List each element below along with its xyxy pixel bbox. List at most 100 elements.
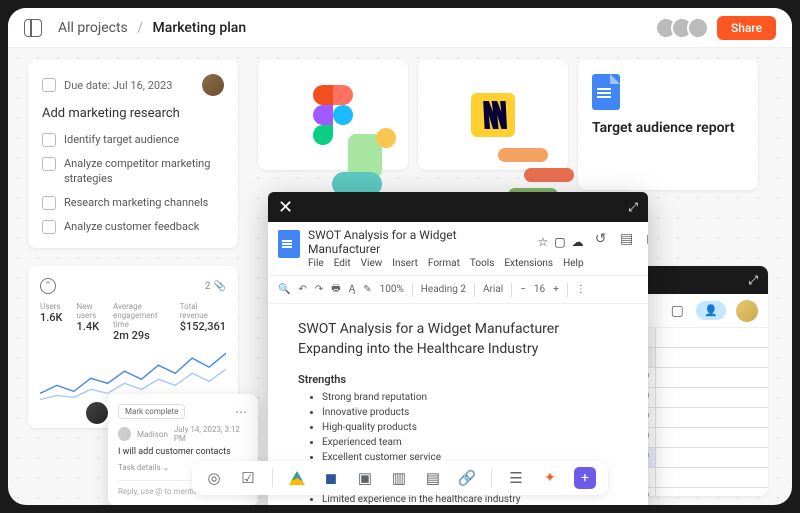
doc-icon[interactable]: ☰: [506, 468, 526, 488]
kanban-icon[interactable]: ▥: [389, 468, 409, 488]
checklist-item[interactable]: Analyze competitor marketing strategies: [42, 157, 224, 186]
checkbox-icon[interactable]: [42, 157, 56, 171]
stat-label: Average engagement time: [113, 302, 166, 329]
doc-formatting-toolbar: 🔍 ↶ ↷ 🖶 Ą ✎ 100% Heading 2 Arial − 16 + …: [268, 275, 648, 304]
checkbox-icon[interactable]: [42, 78, 56, 92]
comment-body: I will add customer contacts: [118, 447, 248, 457]
avatar[interactable]: [687, 17, 709, 39]
checklist-label: Research marketing channels: [64, 196, 208, 210]
font-select[interactable]: Arial: [483, 284, 503, 295]
redo-icon[interactable]: ↷: [315, 284, 323, 295]
collaborator-avatars[interactable]: [661, 17, 709, 39]
note-icon[interactable]: ▤: [423, 468, 443, 488]
doc-titlebar[interactable]: ✕ ⤢: [268, 192, 648, 222]
search-icon[interactable]: 🔍: [278, 284, 290, 295]
more-icon[interactable]: ⋯: [235, 405, 248, 419]
undo-icon[interactable]: ↶: [298, 284, 306, 295]
stat-label: New users: [77, 302, 100, 320]
checklist-item[interactable]: Identify target audience: [42, 133, 224, 147]
menu-extensions[interactable]: Extensions: [504, 258, 553, 269]
menu-tools[interactable]: Tools: [470, 258, 494, 269]
checklist-item[interactable]: Analyze customer feedback: [42, 220, 224, 234]
paint-icon[interactable]: ✎: [363, 284, 371, 295]
menu-help[interactable]: Help: [563, 258, 583, 269]
menu-file[interactable]: File: [308, 258, 324, 269]
collapse-icon[interactable]: ⌃: [40, 278, 56, 294]
spellcheck-icon[interactable]: Ą: [349, 284, 356, 295]
checkbox-icon[interactable]: [42, 220, 56, 234]
search-icon[interactable]: ◎: [204, 468, 224, 488]
stat-label: Total revenue: [180, 302, 226, 320]
stat-value: 1.4K: [77, 320, 100, 333]
print-icon[interactable]: 🖶: [331, 281, 340, 298]
image-icon[interactable]: ▣: [355, 468, 375, 488]
checklist: Identify target audience Analyze competi…: [42, 133, 224, 234]
stat-value: $152,361: [180, 320, 226, 333]
sheets-share-button[interactable]: 👤: [696, 301, 726, 320]
attach-number: 2: [205, 281, 211, 292]
word-icon[interactable]: ◼: [321, 468, 341, 488]
google-docs-icon: [278, 230, 300, 258]
ai-sparkle-icon[interactable]: ✦: [540, 468, 560, 488]
menu-view[interactable]: View: [361, 258, 383, 269]
more-toolbar-icon[interactable]: ⋮: [576, 284, 586, 295]
font-size[interactable]: 16: [534, 284, 545, 295]
checklist-label: Analyze competitor marketing strategies: [64, 157, 224, 186]
task-icon[interactable]: ☑: [238, 468, 258, 488]
checklist-label: Identify target audience: [64, 133, 179, 147]
comment-time: July 14, 2023, 3:12 PM: [174, 425, 248, 443]
reply-input[interactable]: Reply, use @ to mention: [118, 487, 203, 496]
zoom-select[interactable]: 100%: [380, 284, 404, 295]
menu-insert[interactable]: Insert: [392, 258, 418, 269]
due-date-label: Due date: Jul 16, 2023: [64, 79, 172, 92]
google-drive-icon[interactable]: [287, 468, 307, 488]
bottom-toolbar: ◎ ☑ ◼ ▣ ▥ ▤ 🔗 ☰ ✦ +: [192, 461, 608, 495]
cloud-icon[interactable]: ☁: [572, 235, 584, 249]
google-doc-thumbnail[interactable]: Target audience report: [578, 60, 758, 190]
doc-heading: SWOT Analysis for a Widget Manufacturer …: [298, 320, 618, 359]
list-item: Strong brand reputation: [322, 390, 618, 405]
checklist-label: Analyze customer feedback: [64, 220, 199, 234]
history-icon[interactable]: ↺: [592, 230, 610, 248]
expand-icon[interactable]: ⤢: [628, 200, 638, 215]
attachment-count[interactable]: 2 📎: [205, 281, 226, 292]
google-docs-icon: [592, 74, 620, 110]
sidebar-toggle-icon[interactable]: [24, 19, 42, 37]
mark-complete-button[interactable]: Mark complete: [118, 404, 185, 419]
task-card[interactable]: Due date: Jul 16, 2023 Add marketing res…: [28, 60, 238, 248]
google-doc-window[interactable]: ✕ ⤢ SWOT Analysis for a Widget Manufactu…: [268, 192, 648, 505]
share-button[interactable]: Share: [717, 16, 776, 40]
bullet-list: Strong brand reputationInnovative produc…: [298, 390, 618, 465]
breadcrumb-current[interactable]: Marketing plan: [153, 20, 247, 36]
checklist-item[interactable]: Research marketing channels: [42, 196, 224, 210]
expand-icon[interactable]: ⤢: [748, 273, 758, 288]
stat-value: 2m 29s: [113, 329, 166, 342]
list-item: Experienced team: [322, 435, 618, 450]
miro-icon: [471, 93, 515, 137]
doc-filename[interactable]: SWOT Analysis for a Widget Manufacturer: [308, 228, 531, 256]
star-icon[interactable]: ☆: [537, 235, 548, 249]
checkbox-icon[interactable]: [42, 196, 56, 210]
comments-icon[interactable]: ▤: [618, 230, 636, 248]
size-minus[interactable]: −: [520, 284, 526, 295]
video-call-icon[interactable]: ▢: [668, 302, 686, 320]
close-icon[interactable]: ✕: [278, 197, 293, 218]
move-icon[interactable]: ▢: [554, 235, 565, 249]
add-button[interactable]: +: [574, 467, 596, 489]
app-frame: All projects / Marketing plan Share Due …: [8, 8, 792, 505]
size-plus[interactable]: +: [553, 284, 559, 295]
assignee-avatar[interactable]: [202, 74, 224, 96]
breadcrumb-root[interactable]: All projects: [58, 20, 128, 36]
list-item: High-quality products: [322, 420, 618, 435]
style-select[interactable]: Heading 2: [421, 284, 466, 295]
doc-title: Target audience report: [592, 120, 735, 136]
breadcrumb-separator: /: [137, 20, 143, 36]
link-icon[interactable]: 🔗: [457, 468, 477, 488]
meet-icon[interactable]: ▢: [644, 230, 648, 248]
comment-author-avatar[interactable]: [84, 400, 110, 426]
menu-edit[interactable]: Edit: [334, 258, 351, 269]
checkbox-icon[interactable]: [42, 133, 56, 147]
menu-format[interactable]: Format: [428, 258, 460, 269]
user-avatar[interactable]: [736, 300, 758, 322]
canvas-board[interactable]: Due date: Jul 16, 2023 Add marketing res…: [8, 48, 792, 505]
